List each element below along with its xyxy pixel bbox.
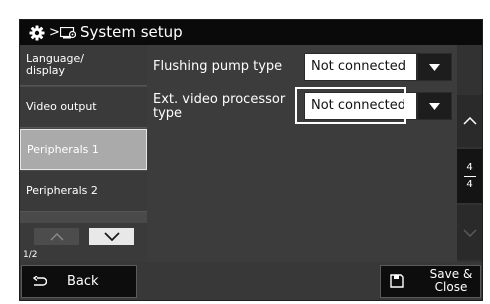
sidebar-page-up-button[interactable] <box>34 228 79 245</box>
sidebar: Language/ display Video output Periphera… <box>20 45 147 262</box>
flushing-pump-type-label: Flushing pump type <box>153 59 283 74</box>
sidebar-item-peripherals-1[interactable]: Peripherals 1 <box>20 129 147 170</box>
gear-icon <box>29 20 45 45</box>
sidebar-pager: 1/2 <box>20 223 147 262</box>
sidebar-item-label: Peripherals 1 <box>27 142 99 156</box>
fraction-divider <box>463 176 476 177</box>
sidebar-item-video-output[interactable]: Video output <box>20 87 147 128</box>
scroll-down-button[interactable] <box>457 205 482 260</box>
total-pages: 4 <box>466 179 473 190</box>
breadcrumb-separator: > <box>49 25 60 40</box>
triangle-down-icon <box>429 63 440 71</box>
page-scroller: 4 4 <box>457 45 482 262</box>
page-indicator: 4 4 <box>457 149 482 203</box>
chevron-down-icon <box>103 232 120 241</box>
dropdown-button[interactable] <box>418 54 451 80</box>
current-page: 4 <box>466 162 473 173</box>
selection-highlight <box>295 87 406 124</box>
title-bar: > System setup <box>20 20 482 45</box>
ext-video-processor-type-label: Ext. video processor type <box>153 92 286 121</box>
sidebar-item-label: Language/ display <box>26 52 84 77</box>
save-close-button-label: Save & Close <box>429 267 473 294</box>
system-setup-window: > System setup Language/ display Video o… <box>19 19 483 301</box>
dropdown-button[interactable] <box>418 93 451 119</box>
triangle-down-icon <box>429 102 440 110</box>
monitor-gear-icon <box>60 20 76 45</box>
sidebar-item-peripherals-2[interactable]: Peripherals 2 <box>20 171 147 212</box>
chevron-down-icon <box>462 228 477 237</box>
chevron-up-icon <box>50 232 63 240</box>
back-button[interactable]: Back <box>21 265 137 298</box>
sidebar-page-indicator: 1/2 <box>23 250 38 260</box>
scroll-up-button[interactable] <box>457 95 482 147</box>
bottom-bar: Back Save & Close <box>20 262 482 300</box>
save-close-button[interactable]: Save & Close <box>380 265 481 298</box>
sidebar-item-language-display[interactable]: Language/ display <box>20 45 147 86</box>
sidebar-item-label: Video output <box>26 100 97 113</box>
chevron-up-icon <box>462 117 477 125</box>
settings-panel: Flushing pump type Not connected Ext. vi… <box>147 45 457 262</box>
flushing-pump-type-dropdown[interactable]: Not connected <box>304 53 452 81</box>
back-button-label: Back <box>67 274 99 289</box>
flushing-pump-type-value: Not connected <box>305 54 416 80</box>
sidebar-item-label: Peripherals 2 <box>26 184 98 197</box>
page-title: System setup <box>80 23 183 41</box>
back-arrow-icon <box>32 276 47 286</box>
sidebar-page-down-button[interactable] <box>89 228 134 245</box>
save-disk-icon <box>390 274 404 288</box>
